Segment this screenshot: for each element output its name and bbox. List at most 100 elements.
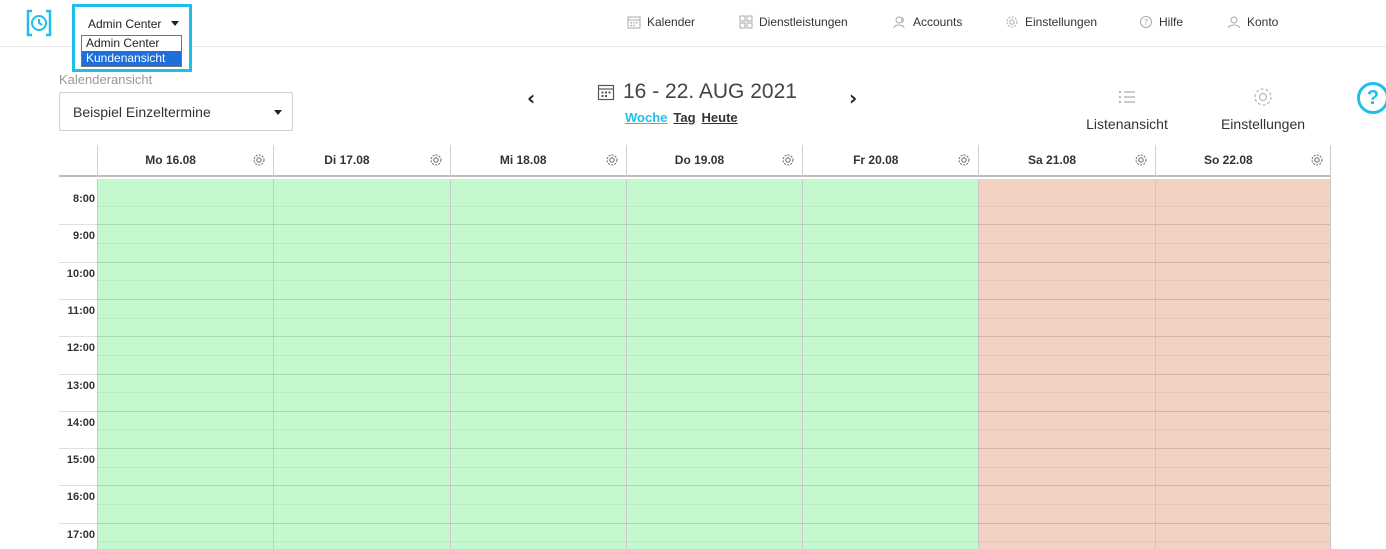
calendar-icon [627, 16, 641, 29]
svg-text:?: ? [1144, 18, 1148, 27]
range-link-heute[interactable]: Heute [702, 110, 738, 125]
app-select-list: Admin Center Kundenansicht [81, 35, 182, 67]
half-hour-gridline [97, 504, 1331, 506]
clock-logo-icon[interactable] [25, 9, 53, 37]
nav-label: Einstellungen [1025, 15, 1098, 29]
day-header: Sa 21.08 [978, 145, 1154, 177]
day-header: Mi 18.08 [449, 145, 626, 177]
time-label: 8:00 [72, 193, 95, 205]
day-column[interactable] [802, 179, 979, 549]
nav-dienstleistungen[interactable]: Dienstleistungen [739, 15, 848, 29]
nav-label: Konto [1247, 15, 1279, 29]
hour-gridline [59, 298, 1331, 300]
half-hour-gridline [97, 205, 1331, 207]
range-link-tag[interactable]: Tag [673, 110, 695, 125]
users-icon [893, 16, 905, 29]
time-label: 13:00 [66, 379, 95, 392]
time-label: 16:00 [66, 491, 95, 504]
nav-einstellungen[interactable]: Einstellungen [1005, 15, 1097, 29]
day-column[interactable] [449, 179, 626, 549]
user-icon [1228, 16, 1240, 29]
time-label: 14:00 [66, 416, 95, 429]
time-label: 15:00 [66, 454, 95, 467]
time-label: 10:00 [66, 267, 95, 280]
range-links: Woche Tag Heute [625, 110, 738, 125]
day-header: Do 19.08 [625, 145, 802, 177]
hour-gridline [59, 336, 1331, 338]
day-header: So 22.08 [1154, 145, 1331, 177]
day-label: Do 19.08 [674, 153, 725, 167]
gear-icon [1254, 88, 1272, 106]
gear-icon[interactable] [1310, 153, 1324, 167]
day-column[interactable] [97, 179, 274, 549]
top-bar: Kalender Dienstleistungen Accounts Einst… [0, 0, 1386, 47]
chevron-left-icon[interactable]: ‹ [527, 86, 535, 110]
gear-icon[interactable] [781, 153, 795, 167]
nav-label: Hilfe [1159, 15, 1184, 29]
hour-gridline [59, 448, 1331, 450]
nav-label: Dienstleistungen [759, 15, 848, 29]
day-header: Di 17.08 [273, 145, 449, 177]
half-hour-gridline [97, 280, 1331, 282]
day-label: Mi 18.08 [499, 153, 547, 167]
app-select[interactable]: Admin Center Admin Center Kundenansicht [72, 4, 192, 72]
nav-kalender[interactable]: Kalender [627, 15, 695, 29]
date-range-text: 16 - 22. AUG 2021 [623, 80, 797, 103]
half-hour-gridline [97, 317, 1331, 319]
time-label: 11:00 [67, 304, 95, 317]
gear-icon[interactable] [429, 153, 443, 167]
gear-icon[interactable] [252, 153, 266, 167]
day-header: Fr 20.08 [802, 145, 978, 177]
list-icon [1118, 90, 1135, 104]
day-label: Mo 16.08 [145, 153, 196, 167]
hour-gridline [59, 410, 1331, 412]
list-view-button[interactable]: Listenansicht [1077, 86, 1177, 132]
help-icon: ? [1140, 16, 1152, 28]
nav-konto[interactable]: Konto [1227, 15, 1278, 29]
gear-icon[interactable] [957, 153, 971, 167]
time-label: 12:00 [66, 342, 95, 355]
gear-icon[interactable] [605, 153, 619, 167]
nav-label: Kalender [647, 15, 696, 29]
hour-gridline [59, 224, 1331, 226]
calendar-view-value: Beispiel Einzeltermine [73, 104, 211, 120]
day-column[interactable] [625, 179, 803, 549]
half-hour-gridline [97, 541, 1331, 543]
nav-accounts[interactable]: Accounts [893, 15, 962, 29]
half-hour-gridline [97, 242, 1331, 244]
grid-border [1330, 145, 1331, 549]
nav-hilfe[interactable]: ? Hilfe [1139, 15, 1183, 29]
option-admin-center[interactable]: Admin Center [82, 36, 181, 51]
caret-down-icon[interactable] [171, 21, 179, 26]
half-hour-gridline [97, 392, 1331, 394]
day-label: So 22.08 [1203, 153, 1253, 167]
hour-gridline [59, 522, 1331, 524]
hour-gridline [59, 485, 1331, 487]
calendar-view-label: Kalenderansicht [59, 72, 153, 87]
gear-icon[interactable] [1134, 153, 1148, 167]
time-label: 9:00 [72, 230, 95, 243]
half-hour-gridline [97, 466, 1331, 468]
caret-down-icon [274, 110, 282, 115]
day-label: Fr 20.08 [853, 153, 899, 167]
day-label: Di 17.08 [324, 153, 370, 167]
date-range-title: 16 - 22. AUG 2021 [597, 80, 797, 104]
day-header: Mo 16.08 [97, 145, 273, 177]
week-calendar: Mo 16.08 Di 17.08 Mi 18.08 Do 19.08 Fr 20.08… [59, 145, 1331, 549]
day-column[interactable] [978, 179, 1155, 549]
time-label: 17:00 [66, 528, 95, 541]
nav-label: Accounts [913, 15, 963, 29]
day-column[interactable] [1154, 179, 1331, 549]
help-button[interactable]: ? [1357, 82, 1386, 114]
app-select-current[interactable]: Admin Center [88, 17, 161, 31]
chevron-right-icon[interactable]: › [849, 86, 857, 110]
settings-button[interactable]: Einstellungen [1213, 86, 1313, 132]
calendar-icon [597, 84, 615, 101]
day-label: Sa 21.08 [1028, 153, 1077, 167]
range-link-woche[interactable]: Woche [625, 110, 667, 125]
calendar-view-select[interactable]: Beispiel Einzeltermine [59, 92, 293, 131]
gear-icon [1006, 16, 1018, 28]
day-column[interactable] [273, 179, 450, 549]
list-view-label: Listenansicht [1086, 116, 1168, 132]
option-kundenansicht[interactable]: Kundenansicht [82, 51, 181, 66]
